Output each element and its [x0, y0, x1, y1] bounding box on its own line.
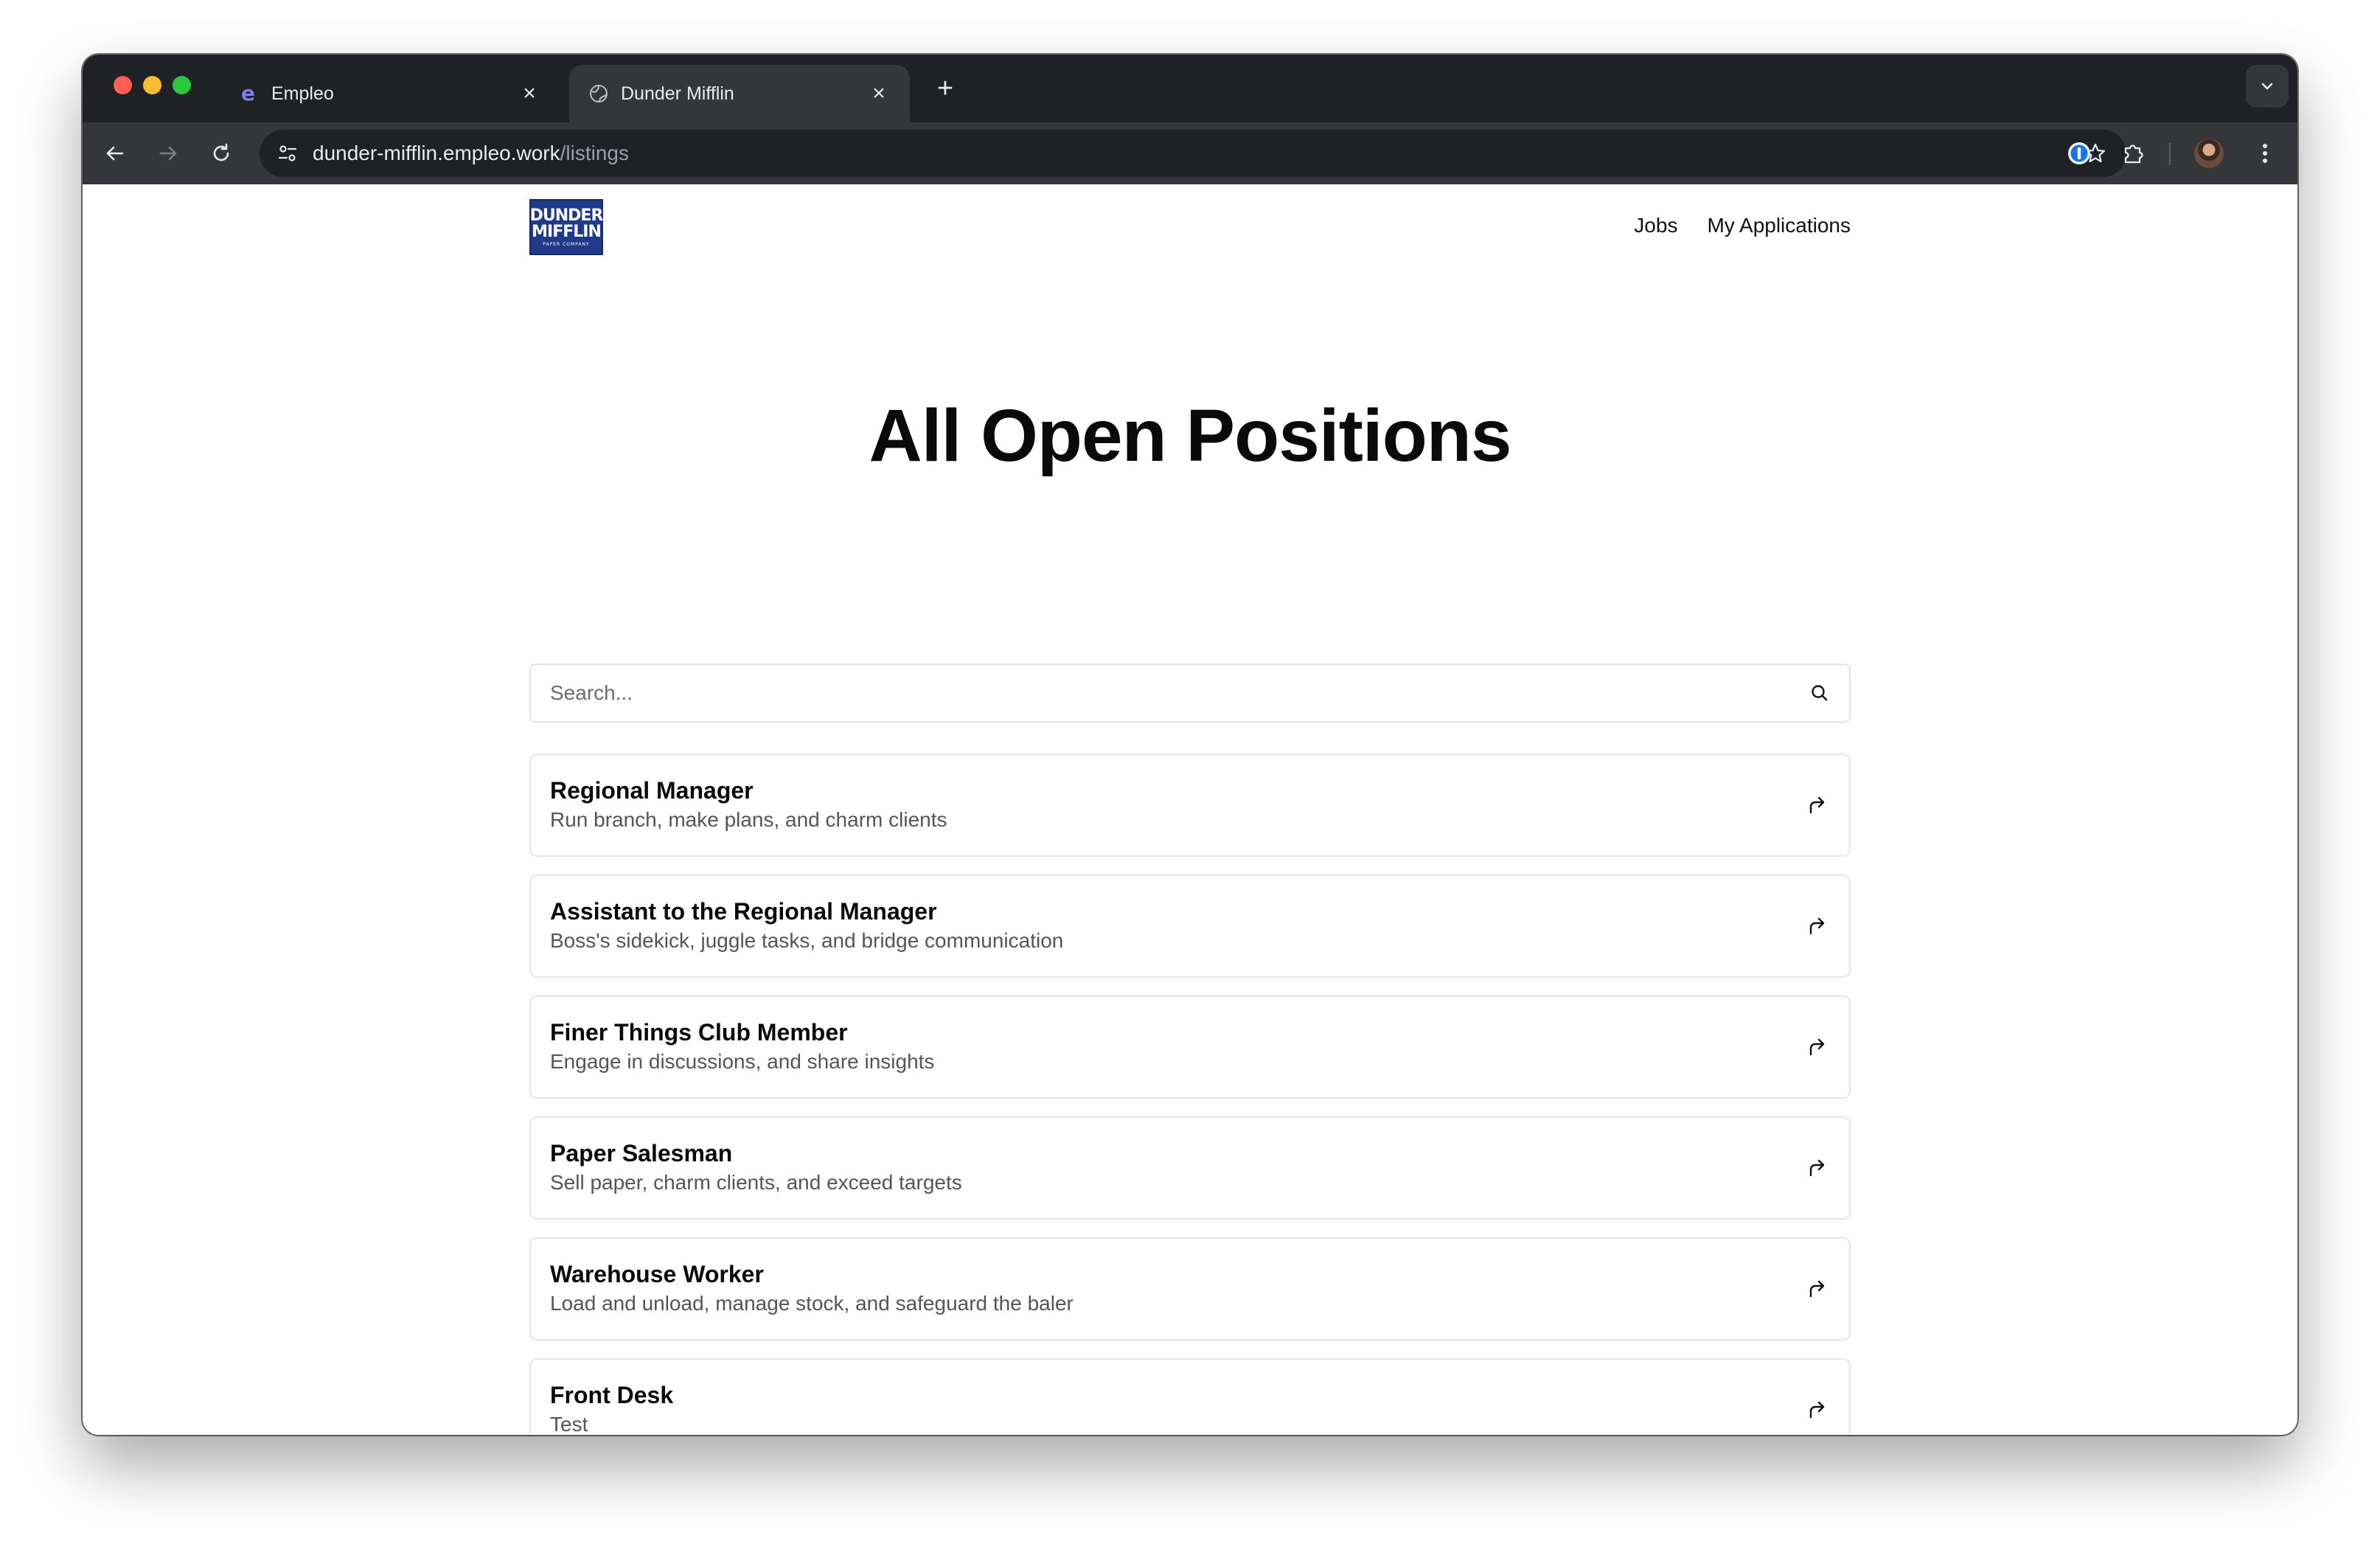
address-bar[interactable]: dunder-mifflin.empleo.work/listings [260, 130, 2126, 177]
job-description: Boss's sidekick, juggle tasks, and bridg… [550, 929, 1064, 952]
toolbar-divider [2169, 143, 2171, 165]
arrow-right-icon [159, 146, 177, 161]
arrow-left-icon [106, 146, 124, 161]
back-button[interactable] [97, 136, 133, 171]
job-title: Assistant to the Regional Manager [550, 898, 937, 925]
job-listings: Regional Manager Run branch, make plans,… [529, 754, 1851, 1435]
job-title: Front Desk [550, 1382, 674, 1408]
share-arrow-icon[interactable] [1803, 1397, 1830, 1423]
password-manager-icon [2068, 142, 2090, 164]
job-title: Warehouse Worker [550, 1261, 764, 1287]
url-host: dunder-mifflin.empleo.work [313, 142, 560, 164]
job-listing-card[interactable]: Finer Things Club Member Engage in discu… [529, 995, 1851, 1099]
globe-icon [588, 83, 609, 104]
maximize-window-button[interactable] [173, 76, 191, 94]
logo-line-1: DUNDER [529, 206, 604, 225]
job-description: Load and unload, manage stock, and safeg… [550, 1292, 1074, 1315]
dunder-mifflin-logo[interactable]: DUNDER MIFFLIN PAPER COMPANY [529, 199, 603, 255]
job-listing-card[interactable]: Warehouse Worker Load and unload, manage… [529, 1237, 1851, 1340]
job-listing-card[interactable]: Front Desk Test [529, 1358, 1851, 1435]
chevron-down-icon [2261, 83, 2273, 90]
search-box [529, 664, 1851, 723]
puzzle-piece-icon [2124, 145, 2143, 164]
site-nav: Jobs My Applications [1634, 214, 1851, 237]
logo-line-3: PAPER COMPANY [543, 241, 590, 247]
job-listing-card[interactable]: Assistant to the Regional Manager Boss's… [529, 874, 1851, 978]
site-info-icon[interactable] [264, 130, 311, 177]
job-listing-card[interactable]: Regional Manager Run branch, make plans,… [529, 754, 1851, 857]
kebab-menu-icon [2263, 144, 2267, 163]
extensions-button[interactable] [2116, 136, 2151, 171]
share-arrow-icon[interactable] [1803, 1276, 1830, 1302]
job-description: Run branch, make plans, and charm client… [550, 808, 947, 831]
close-tab-icon[interactable]: × [518, 82, 541, 105]
job-title: Regional Manager [550, 777, 754, 804]
tab-empleo[interactable]: e Empleo × [220, 65, 560, 122]
reload-icon [213, 143, 229, 161]
tab-title: Dunder Mifflin [621, 83, 734, 104]
empleo-e-icon: e [239, 83, 260, 104]
tab-dunder-mifflin[interactable]: Dunder Mifflin × [569, 65, 910, 122]
new-tab-plus-icon[interactable]: + [930, 74, 960, 103]
search-icon[interactable] [1808, 681, 1831, 705]
job-listing-card[interactable]: Paper Salesman Sell paper, charm clients… [529, 1116, 1851, 1220]
job-description: Test [550, 1413, 588, 1435]
close-window-button[interactable] [114, 76, 132, 94]
browser-window: e Empleo × Dunder Mifflin × + dunder-mif… [83, 55, 2297, 1435]
tab-search-button[interactable] [2246, 65, 2289, 108]
profile-avatar[interactable] [2194, 139, 2224, 168]
browser-menu-button[interactable] [2247, 136, 2283, 171]
nav-my-applications-link[interactable]: My Applications [1707, 214, 1851, 237]
page-content: DUNDER MIFFLIN PAPER COMPANY Jobs My App… [83, 184, 2297, 1435]
password-manager-extension-button[interactable] [2061, 136, 2097, 171]
share-arrow-icon[interactable] [1803, 792, 1830, 818]
page-title: All Open Positions [869, 394, 1512, 477]
svg-text:e: e [241, 83, 255, 104]
close-tab-icon[interactable]: × [867, 82, 891, 105]
search-input[interactable] [549, 681, 1808, 706]
share-arrow-icon[interactable] [1803, 913, 1830, 939]
share-arrow-icon[interactable] [1803, 1155, 1830, 1181]
logo-line-2: MIFFLIN [532, 222, 602, 241]
job-description: Sell paper, charm clients, and exceed ta… [550, 1171, 962, 1194]
tab-title: Empleo [271, 83, 334, 104]
forward-button[interactable] [150, 136, 186, 171]
minimize-window-button[interactable] [143, 76, 161, 94]
browser-toolbar: dunder-mifflin.empleo.work/listings [83, 122, 2297, 184]
reload-button[interactable] [203, 136, 239, 171]
nav-jobs-link[interactable]: Jobs [1634, 214, 1677, 237]
job-description: Engage in discussions, and share insight… [550, 1050, 935, 1073]
job-title: Finer Things Club Member [550, 1019, 848, 1046]
url-path: /listings [560, 142, 630, 164]
share-arrow-icon[interactable] [1803, 1034, 1830, 1060]
job-title: Paper Salesman [550, 1140, 733, 1166]
tab-strip: e Empleo × Dunder Mifflin × + [83, 55, 2297, 122]
url-text: dunder-mifflin.empleo.work/listings [313, 142, 629, 165]
